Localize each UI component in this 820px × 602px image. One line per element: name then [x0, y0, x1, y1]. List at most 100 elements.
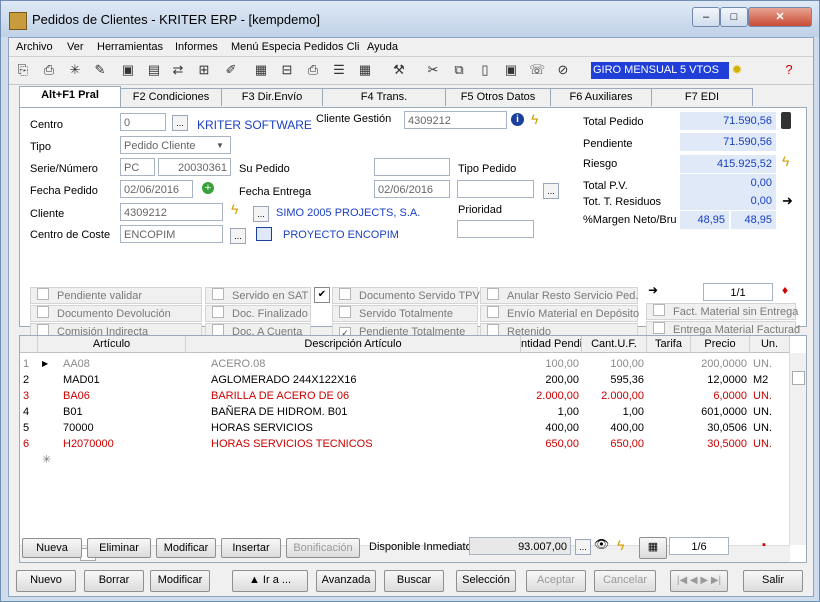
cell-precio[interactable]: 30,5000: [691, 436, 750, 452]
grid-header-pendiente[interactable]: ntidad Pendie: [521, 336, 582, 353]
contact-icon[interactable]: ☏: [529, 62, 545, 78]
close-button[interactable]: ✕: [748, 7, 812, 27]
grid-header-tarifa[interactable]: Tarifa: [647, 336, 691, 353]
cell-desc[interactable]: HORAS SERVICIOS TECNICOS: [208, 436, 521, 452]
document-icon[interactable]: ▤: [146, 62, 162, 78]
cell-n[interactable]: 1: [20, 356, 38, 372]
cell-n[interactable]: 2: [20, 372, 38, 388]
hierarchy-icon[interactable]: ⊟: [279, 62, 295, 78]
checkbox-box[interactable]: [212, 306, 224, 318]
page-icon[interactable]: ▯: [477, 62, 493, 78]
cell-n[interactable]: 5: [20, 420, 38, 436]
money-bag-icon[interactable]: ♦: [782, 283, 788, 297]
cell-un[interactable]: UN.: [750, 436, 790, 452]
tree-icon[interactable]: ⊞: [196, 62, 212, 78]
cell-desc[interactable]: BARILLA DE ACERO DE 06: [208, 388, 521, 404]
cell-cant[interactable]: 1,00: [582, 404, 647, 420]
cliente-gestion-field[interactable]: 4309212: [404, 111, 507, 129]
tipo-select[interactable]: Pedido Cliente: [120, 136, 231, 154]
table-row[interactable]: 1 AA08 ACERO.08 100,00 100,00 200,0000 UN. ▶: [20, 356, 790, 372]
cell-tarifa[interactable]: [647, 356, 691, 372]
cell-art[interactable]: AA08: [60, 356, 186, 372]
checkbox-col2-1[interactable]: Doc. Finalizado: [205, 305, 311, 322]
cell-art[interactable]: H2070000: [60, 436, 186, 452]
checkbox-box[interactable]: [339, 306, 351, 318]
calculator-button[interactable]: ▦: [639, 537, 667, 559]
cell-precio[interactable]: 6,0000: [691, 388, 750, 404]
tool-icon[interactable]: ⚒: [391, 62, 407, 78]
preview-icon[interactable]: ⎘: [15, 62, 31, 78]
cell-pend[interactable]: 200,00: [521, 372, 582, 388]
serie-field[interactable]: PC: [120, 158, 155, 176]
checkbox-col1-1[interactable]: Documento Devolución: [30, 305, 202, 322]
cell-tarifa[interactable]: [647, 388, 691, 404]
cell-cant[interactable]: 400,00: [582, 420, 647, 436]
cell-precio[interactable]: 30,0506: [691, 420, 750, 436]
cell-n[interactable]: 4: [20, 404, 38, 420]
cell-n[interactable]: 3: [20, 388, 38, 404]
eliminar-line-button[interactable]: Eliminar: [87, 538, 151, 558]
sparkle-icon[interactable]: ✳: [67, 62, 83, 78]
grid-header-articulo[interactable]: Artículo: [38, 336, 186, 353]
calendar-icon[interactable]: [256, 227, 272, 241]
cell-pend[interactable]: 400,00: [521, 420, 582, 436]
checkbox-col3-0[interactable]: Documento Servido TPV: [332, 287, 480, 304]
borrar-button[interactable]: Borrar: [84, 570, 144, 592]
cell-art[interactable]: BA06: [60, 388, 186, 404]
grid-header-cant[interactable]: Cant.U.F.: [582, 336, 647, 353]
cell-pend[interactable]: 650,00: [521, 436, 582, 452]
tab-edi[interactable]: F7 EDI: [651, 88, 753, 106]
cell-cant[interactable]: 650,00: [582, 436, 647, 452]
centro-lookup-button[interactable]: ...: [172, 115, 188, 131]
centro-coste-lookup-button[interactable]: ...: [230, 228, 246, 244]
tab-condiciones[interactable]: F2 Condiciones: [120, 88, 222, 106]
checkbox-col4-1[interactable]: Envío Material en Depósito: [480, 305, 639, 322]
nueva-line-button[interactable]: Nueva: [22, 538, 82, 558]
list-icon[interactable]: ☰: [331, 62, 347, 78]
lightbulb-icon[interactable]: ✹: [729, 62, 745, 78]
lightning-icon[interactable]: ϟ: [617, 537, 624, 553]
checkbox-col3-1[interactable]: Servido Totalmente: [332, 305, 478, 322]
checkbox-box[interactable]: [653, 304, 665, 316]
cell-un[interactable]: UN.: [750, 356, 790, 372]
cell-pend[interactable]: 100,00: [521, 356, 582, 372]
cell-art[interactable]: 70000: [60, 420, 186, 436]
menu-archivo[interactable]: Archivo: [16, 41, 53, 53]
table-row[interactable]: 3 BA06 BARILLA DE ACERO DE 06 2.000,00 2.000…: [20, 388, 790, 404]
menu-ver[interactable]: Ver: [67, 41, 84, 53]
binoculars-icon[interactable]: 👁: [594, 537, 609, 551]
centro-field[interactable]: 0: [120, 113, 166, 131]
cell-tarifa[interactable]: [647, 372, 691, 388]
scissors-icon[interactable]: ✂: [425, 62, 441, 78]
tab-otros-datos[interactable]: F5 Otros Datos: [445, 88, 551, 106]
cell-cant[interactable]: 100,00: [582, 356, 647, 372]
checkbox-box[interactable]: [339, 288, 351, 300]
insertar-line-button[interactable]: Insertar: [221, 538, 281, 558]
cell-n[interactable]: 6: [20, 436, 38, 452]
add-icon[interactable]: +: [202, 182, 214, 194]
cell-precio[interactable]: 12,0000: [691, 372, 750, 388]
cell-art[interactable]: MAD01: [60, 372, 186, 388]
lightning-icon[interactable]: ϟ: [782, 153, 789, 169]
cell-un[interactable]: UN.: [750, 388, 790, 404]
arrow-right-icon[interactable]: ➜: [782, 193, 793, 209]
record-navigator[interactable]: |◀ ◀ ▶ ▶|: [670, 570, 728, 592]
grid-header-precio[interactable]: Precio: [691, 336, 750, 353]
avanzada-button[interactable]: Avanzada: [316, 570, 376, 592]
checkbox-box[interactable]: [37, 306, 49, 318]
tipo-pedido-field[interactable]: [457, 180, 534, 198]
cliente-lookup-button[interactable]: ...: [253, 206, 269, 222]
cell-desc[interactable]: AGLOMERADO 244X122X16: [208, 372, 521, 388]
seleccion-button[interactable]: Selección: [456, 570, 516, 592]
centro-coste-field[interactable]: ENCOPIM: [120, 225, 223, 243]
tab-dir-envio[interactable]: F3 Dir.Envío: [221, 88, 323, 106]
doc-finalizado-check[interactable]: ✔: [314, 287, 330, 303]
menu-informes[interactable]: Informes: [175, 41, 218, 53]
minimize-button[interactable]: –: [692, 7, 720, 27]
edit-icon[interactable]: ✐: [223, 62, 239, 78]
help-icon[interactable]: ?: [781, 62, 797, 78]
grid-header-descripcion[interactable]: Descripción Artículo: [186, 336, 521, 353]
color-grid-icon[interactable]: ▪: [762, 539, 766, 551]
cell-cant[interactable]: 2.000,00: [582, 388, 647, 404]
cancelar-button[interactable]: Cancelar: [594, 570, 656, 592]
